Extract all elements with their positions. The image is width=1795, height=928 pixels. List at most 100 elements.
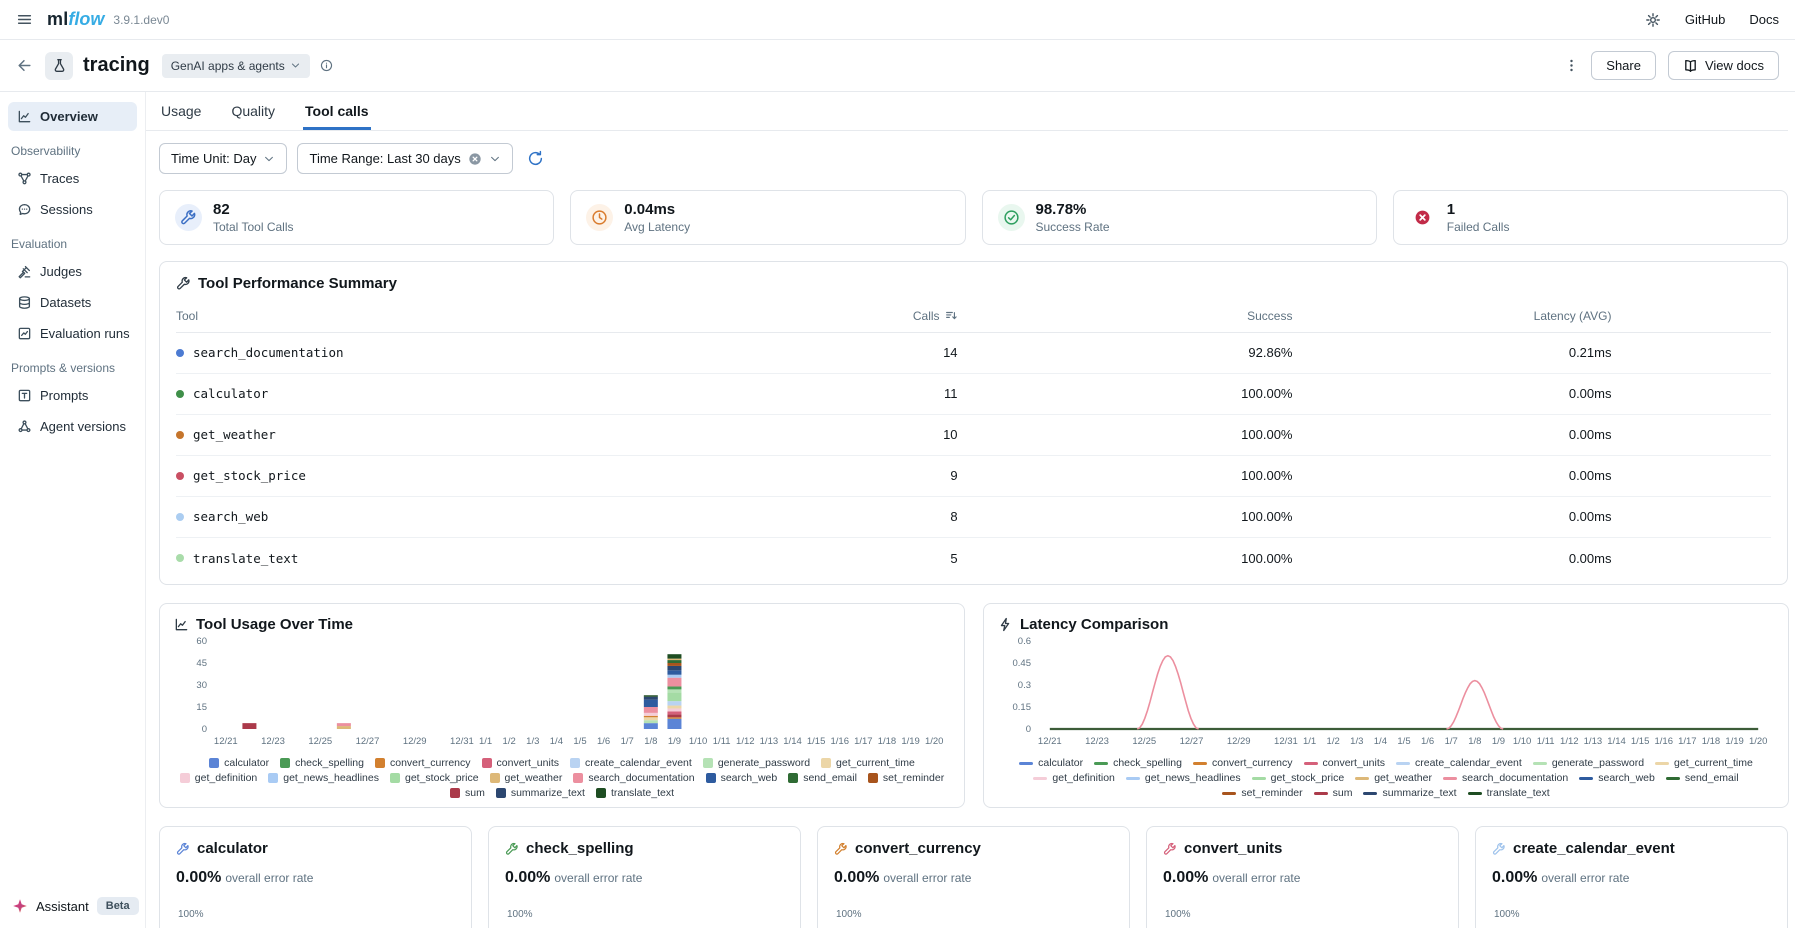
latency-chart[interactable]: 00.150.30.450.612/2112/2312/2512/2712/29… xyxy=(998,633,1774,753)
legend-item-translate-text[interactable]: translate_text xyxy=(596,787,674,799)
sidebar-item-evaluation-runs[interactable]: Evaluation runs xyxy=(8,319,137,348)
experiment-selector[interactable]: GenAI apps & agents xyxy=(162,54,310,78)
tab-usage[interactable]: Usage xyxy=(159,92,203,130)
legend-label: translate_text xyxy=(1487,787,1550,799)
legend-item-get-definition[interactable]: get_definition xyxy=(1033,772,1114,784)
legend-item-create-calendar-event[interactable]: create_calendar_event xyxy=(570,757,692,769)
legend-item-sum[interactable]: sum xyxy=(1314,787,1353,799)
sidebar-item-overview[interactable]: Overview xyxy=(8,102,137,131)
tab-bar: Usage Quality Tool calls xyxy=(146,92,1788,131)
legend-item-get-news-headlines[interactable]: get_news_headlines xyxy=(268,772,379,784)
col-calls[interactable]: Calls xyxy=(814,300,958,333)
svg-text:0: 0 xyxy=(1026,724,1031,735)
legend-item-convert-units[interactable]: convert_units xyxy=(1304,757,1385,769)
time-unit-filter[interactable]: Time Unit: Day xyxy=(159,143,287,174)
tool-error-rate-suffix: overall error rate xyxy=(554,871,642,885)
svg-text:1/16: 1/16 xyxy=(1654,736,1673,747)
legend-item-get-weather[interactable]: get_weather xyxy=(1355,772,1432,784)
time-range-filter[interactable]: Time Range: Last 30 days xyxy=(297,143,512,174)
svg-text:1/13: 1/13 xyxy=(760,736,779,747)
kebab-menu-button[interactable] xyxy=(1564,58,1579,73)
clear-filter-icon[interactable] xyxy=(468,152,482,166)
tool-usage-chart[interactable]: 01530456012/2112/2312/2512/2712/2912/311… xyxy=(174,633,950,753)
legend-item-convert-currency[interactable]: convert_currency xyxy=(1193,757,1293,769)
legend-item-search-documentation[interactable]: search_documentation xyxy=(573,772,694,784)
gear-icon[interactable] xyxy=(1645,12,1661,28)
sidebar-item-agent-versions[interactable]: Agent versions xyxy=(8,412,137,441)
svg-text:1/1: 1/1 xyxy=(1303,736,1316,747)
tool-chart-ytick: 100% xyxy=(505,909,784,920)
svg-text:0.6: 0.6 xyxy=(1018,636,1031,647)
legend-item-check-spelling[interactable]: check_spelling xyxy=(1094,757,1182,769)
docs-link[interactable]: Docs xyxy=(1749,12,1779,27)
legend-item-get-stock-price[interactable]: get_stock_price xyxy=(1252,772,1345,784)
assistant-button[interactable]: Assistant Beta xyxy=(12,897,139,915)
table-row-get-stock-price[interactable]: get_stock_price9100.00%0.00ms xyxy=(176,455,1771,496)
svg-text:0.15: 0.15 xyxy=(1013,702,1032,713)
legend-item-set-reminder[interactable]: set_reminder xyxy=(1222,787,1302,799)
legend-item-search-documentation[interactable]: search_documentation xyxy=(1443,772,1568,784)
svg-text:1/18: 1/18 xyxy=(1702,736,1721,747)
svg-text:12/21: 12/21 xyxy=(214,736,238,747)
col-tool[interactable]: Tool xyxy=(176,300,814,333)
legend-item-check-spelling[interactable]: check_spelling xyxy=(280,757,364,769)
sidebar-item-sessions[interactable]: Sessions xyxy=(8,195,137,224)
tab-quality[interactable]: Quality xyxy=(229,92,277,130)
back-button[interactable] xyxy=(16,57,33,74)
legend-item-convert-units[interactable]: convert_units xyxy=(482,757,559,769)
menu-icon[interactable] xyxy=(16,11,33,28)
legend-item-translate-text[interactable]: translate_text xyxy=(1468,787,1550,799)
sidebar-item-judges[interactable]: Judges xyxy=(8,257,137,286)
tab-tool-calls[interactable]: Tool calls xyxy=(303,92,371,130)
legend-item-get-current-time[interactable]: get_current_time xyxy=(1655,757,1753,769)
legend-item-calculator[interactable]: calculator xyxy=(1019,757,1083,769)
legend-item-get-stock-price[interactable]: get_stock_price xyxy=(390,772,479,784)
legend-item-send-email[interactable]: send_email xyxy=(1666,772,1739,784)
table-row-calculator[interactable]: calculator11100.00%0.00ms xyxy=(176,373,1771,414)
table-row-translate-text[interactable]: translate_text5100.00%0.00ms xyxy=(176,537,1771,578)
table-row-get-weather[interactable]: get_weather10100.00%0.00ms xyxy=(176,414,1771,455)
sort-icon[interactable] xyxy=(945,309,958,322)
sidebar-item-datasets[interactable]: Datasets xyxy=(8,288,137,317)
legend-swatch xyxy=(1579,777,1593,780)
legend-label: send_email xyxy=(803,772,857,784)
col-success[interactable]: Success xyxy=(958,300,1293,333)
sidebar-item-label: Datasets xyxy=(40,295,91,310)
col-latency[interactable]: Latency (AVG) xyxy=(1292,300,1611,333)
legend-item-generate-password[interactable]: generate_password xyxy=(703,757,810,769)
legend-item-send-email[interactable]: send_email xyxy=(788,772,857,784)
table-row-search-documentation[interactable]: search_documentation1492.86%0.21ms xyxy=(176,332,1771,373)
legend-item-get-definition[interactable]: get_definition xyxy=(180,772,257,784)
legend-item-get-news-headlines[interactable]: get_news_headlines xyxy=(1126,772,1241,784)
legend-item-generate-password[interactable]: generate_password xyxy=(1533,757,1644,769)
info-icon[interactable] xyxy=(320,59,333,72)
legend-item-convert-currency[interactable]: convert_currency xyxy=(375,757,471,769)
legend-swatch xyxy=(1655,762,1669,765)
stat-value: 82 xyxy=(213,201,293,220)
legend-item-summarize-text[interactable]: summarize_text xyxy=(1363,787,1456,799)
share-button[interactable]: Share xyxy=(1591,51,1656,80)
legend-item-create-calendar-event[interactable]: create_calendar_event xyxy=(1396,757,1522,769)
legend-item-set-reminder[interactable]: set_reminder xyxy=(868,772,944,784)
sidebar-item-traces[interactable]: Traces xyxy=(8,164,137,193)
legend-item-search-web[interactable]: search_web xyxy=(706,772,778,784)
legend-item-sum[interactable]: sum xyxy=(450,787,485,799)
sidebar-item-label: Evaluation runs xyxy=(40,326,130,341)
legend-label: get_current_time xyxy=(836,757,915,769)
tool-card-name: convert_currency xyxy=(855,840,981,857)
legend-item-get-weather[interactable]: get_weather xyxy=(490,772,563,784)
legend-item-calculator[interactable]: calculator xyxy=(209,757,269,769)
legend-item-get-current-time[interactable]: get_current_time xyxy=(821,757,915,769)
time-range-filter-label: Time Range: Last 30 days xyxy=(309,151,460,166)
legend-item-summarize-text[interactable]: summarize_text xyxy=(496,787,585,799)
tool-card-check-spelling: check_spelling0.00%overall error rate100… xyxy=(488,826,801,928)
view-docs-button[interactable]: View docs xyxy=(1668,51,1779,80)
sidebar-heading-evaluation: Evaluation xyxy=(8,226,137,257)
legend-label: get_definition xyxy=(195,772,257,784)
github-link[interactable]: GitHub xyxy=(1685,12,1725,27)
legend-item-search-web[interactable]: search_web xyxy=(1579,772,1655,784)
table-row-search-web[interactable]: search_web8100.00%0.00ms xyxy=(176,496,1771,537)
sidebar-item-prompts[interactable]: Prompts xyxy=(8,381,137,410)
mlflow-logo[interactable]: mlflow xyxy=(47,9,104,30)
refresh-button[interactable] xyxy=(527,150,544,167)
